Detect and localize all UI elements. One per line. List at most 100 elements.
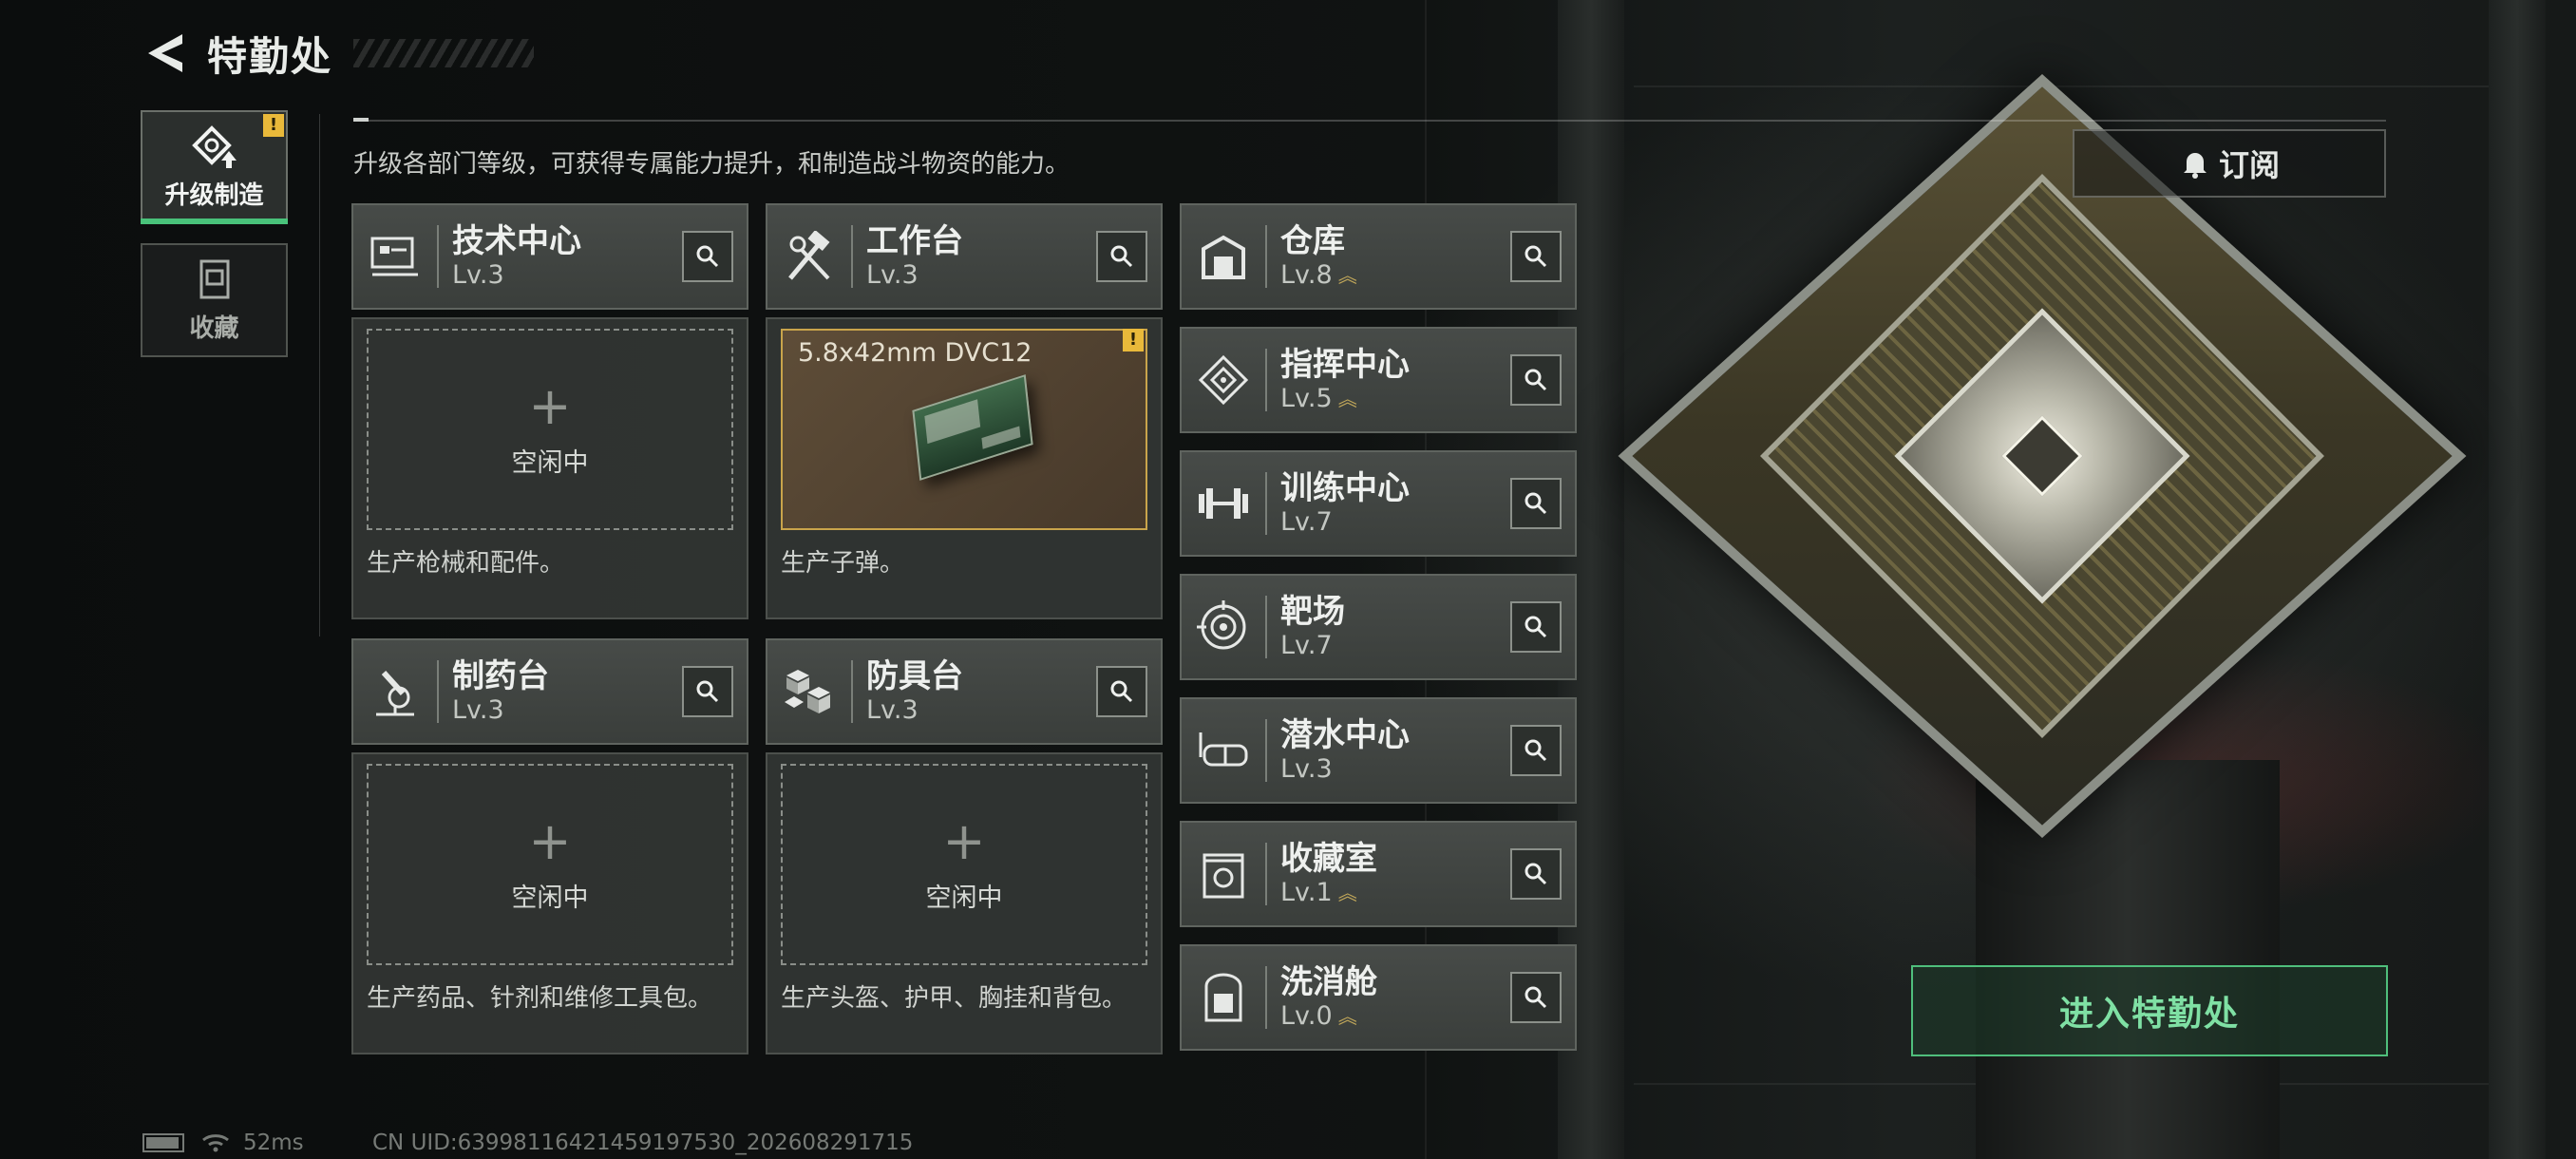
production-slot[interactable]: + 空闲中 (781, 764, 1147, 965)
tab-upgrade-craft[interactable]: 升级制造 ! (141, 110, 288, 224)
facility-level: Lv.3 (1280, 754, 1333, 784)
inspect-button[interactable] (1510, 601, 1562, 653)
search-icon (1525, 863, 1547, 885)
facility-warehouse[interactable]: 仓库 Lv.8 ︽ (1180, 203, 1577, 310)
tab-collection-label: 收藏 (189, 314, 239, 343)
station-level: Lv.3 (452, 695, 504, 725)
facility-name: 靶场 (1280, 593, 1345, 631)
tech-center-icon (370, 237, 418, 276)
pharmacy-icon (376, 670, 414, 716)
facility-level: Lv.7 (1280, 507, 1333, 537)
inspect-button[interactable] (1510, 725, 1562, 776)
facility-level: Lv.7 (1280, 631, 1333, 660)
upgrade-chevron-icon: ︽ (1337, 388, 1357, 410)
upgrade-icon (191, 124, 237, 168)
station-description: 生产枪械和配件。 (367, 549, 565, 578)
training-icon (1199, 488, 1248, 519)
divider (319, 114, 320, 636)
battery-icon (142, 1133, 184, 1152)
inspect-button[interactable] (1096, 666, 1147, 717)
diving-icon (1199, 732, 1248, 767)
slot-status: 空闲中 (511, 883, 589, 913)
search-icon (1525, 369, 1547, 391)
facility-name: 洗消舱 (1280, 963, 1377, 1001)
facility-collection-room[interactable]: 收藏室 Lv.1 ︽ (1180, 821, 1577, 927)
production-slot[interactable]: + 空闲中 (367, 764, 733, 965)
station-level: Lv.3 (866, 695, 919, 725)
facility-name: 仓库 (1280, 222, 1345, 260)
facility-name: 训练中心 (1280, 469, 1410, 507)
station-name: 防具台 (866, 657, 963, 695)
facility-command-center[interactable]: 指挥中心 Lv.5 ︽ (1180, 327, 1577, 433)
decon-icon (1204, 973, 1242, 1022)
back-button[interactable] (142, 30, 188, 76)
enter-button-label: 进入特勤处 (2058, 995, 2240, 1034)
plus-icon: + (942, 810, 986, 871)
subscribe-label: 订阅 (2218, 147, 2280, 183)
collection-room-icon (1203, 853, 1244, 899)
armor-bench-icon (785, 670, 830, 713)
title-decoration (353, 39, 535, 67)
wifi-icon (202, 1134, 229, 1152)
facility-name: 潜水中心 (1280, 716, 1410, 754)
inspect-button[interactable] (1510, 478, 1562, 529)
station-name: 技术中心 (452, 222, 581, 260)
search-icon (1110, 245, 1133, 268)
ammo-box-image (912, 374, 1033, 481)
station-name: 工作台 (866, 222, 963, 260)
search-icon (1525, 616, 1547, 638)
upgrade-chevron-icon: ︽ (1337, 264, 1357, 287)
tab-upgrade-craft-label: 升级制造 (164, 180, 264, 210)
station-workbench-body: 5.8x42mm DVC12 ! 生产子弹。 (766, 317, 1163, 619)
ping-value: 52ms (243, 1130, 304, 1155)
enter-special-ops-button[interactable]: 进入特勤处 (1911, 965, 2388, 1056)
collection-icon (199, 259, 229, 298)
facility-level: Lv.1 (1280, 878, 1333, 907)
inspect-button[interactable] (1510, 848, 1562, 900)
facility-name: 收藏室 (1280, 840, 1377, 878)
facility-level: Lv.0 (1280, 1001, 1333, 1031)
station-tech-center[interactable]: 技术中心 Lv.3 (351, 203, 748, 310)
production-alert-badge: ! (1123, 329, 1144, 352)
facility-diving-center[interactable]: 潜水中心 Lv.3 (1180, 697, 1577, 804)
page-subtitle: 升级各部门等级，可获得专属能力提升，和制造战斗物资的能力。 (353, 150, 1070, 179)
station-pharmacy[interactable]: 制药台 Lv.3 (351, 638, 748, 745)
warehouse-icon (1202, 235, 1245, 279)
inspect-button[interactable] (682, 666, 733, 717)
inspect-button[interactable] (1510, 231, 1562, 282)
station-description: 生产子弹。 (781, 549, 905, 578)
facility-shooting-range[interactable]: 靶场 Lv.7 (1180, 574, 1577, 680)
facility-level: Lv.5 (1280, 384, 1333, 413)
search-icon (1525, 739, 1547, 762)
tab-collection[interactable]: 收藏 (141, 243, 288, 357)
station-armor-bench-body: + 空闲中 生产头盔、护甲、胸挂和背包。 (766, 752, 1163, 1054)
station-workbench[interactable]: 工作台 Lv.3 (766, 203, 1163, 310)
station-tech-center-body: + 空闲中 生产枪械和配件。 (351, 317, 748, 619)
station-armor-bench[interactable]: 防具台 Lv.3 (766, 638, 1163, 745)
upgrade-chevron-icon: ︽ (1337, 882, 1357, 904)
production-slot-active[interactable]: 5.8x42mm DVC12 ! (781, 329, 1147, 530)
facility-training-center[interactable]: 训练中心 Lv.7 (1180, 450, 1577, 557)
search-icon (1525, 492, 1547, 515)
search-icon (1110, 680, 1133, 703)
subscribe-button[interactable]: 订阅 (2073, 129, 2386, 198)
inspect-button[interactable] (1510, 354, 1562, 406)
divider (353, 118, 2386, 122)
search-icon (696, 680, 719, 703)
inspect-button[interactable] (682, 231, 733, 282)
station-name: 制药台 (452, 657, 549, 695)
inspect-button[interactable] (1096, 231, 1147, 282)
tab-alert-badge: ! (263, 114, 284, 137)
command-center-icon (1198, 354, 1249, 406)
status-bar: 52ms (142, 1130, 304, 1155)
bell-icon (2183, 153, 2207, 179)
production-slot[interactable]: + 空闲中 (367, 329, 733, 530)
slot-status: 空闲中 (925, 883, 1003, 913)
target-icon (1197, 600, 1246, 650)
facility-decontamination[interactable]: 洗消舱 Lv.0 ︽ (1180, 944, 1577, 1051)
search-icon (696, 245, 719, 268)
upgrade-chevron-icon: ︽ (1337, 1005, 1357, 1028)
back-arrow-icon (148, 34, 182, 72)
plus-icon: + (528, 810, 572, 871)
inspect-button[interactable] (1510, 972, 1562, 1023)
